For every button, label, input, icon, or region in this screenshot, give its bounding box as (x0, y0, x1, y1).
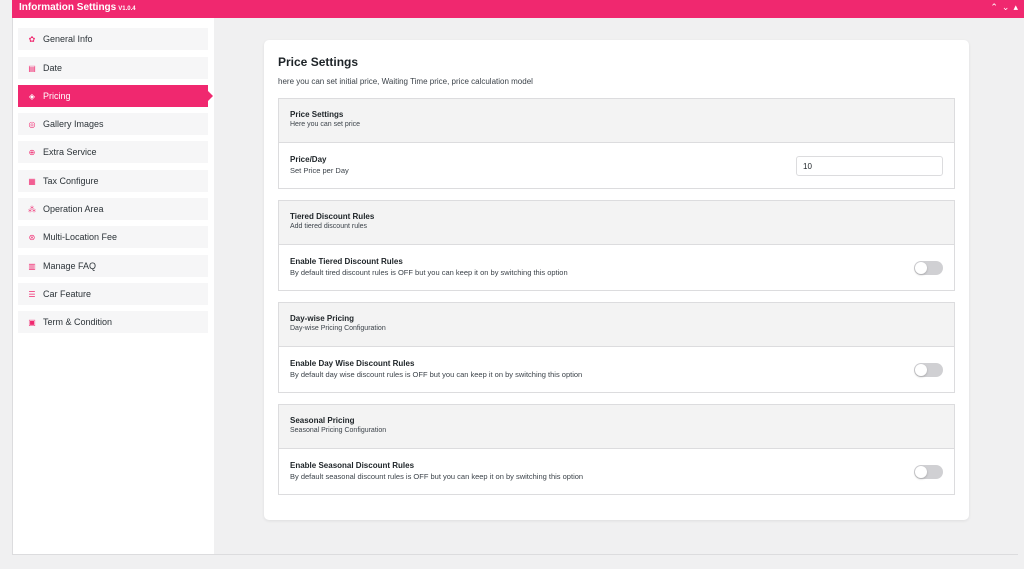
sidebar-item-operation-area[interactable]: ⁂ Operation Area (18, 198, 208, 220)
money-icon: ◈ (28, 91, 36, 101)
section-title: Price Settings (290, 110, 344, 119)
sidebar-item-label: Pricing (43, 91, 71, 101)
card-description: here you can set initial price, Waiting … (278, 77, 533, 86)
setting-label: Enable Seasonal Discount Rules (290, 461, 415, 470)
section-title: Seasonal Pricing (290, 416, 355, 425)
section-subtitle: Here you can set price (290, 121, 361, 128)
collapse-up-icon[interactable]: ⌃ (990, 2, 998, 13)
sidebar-item-label: Manage FAQ (43, 261, 97, 271)
sidebar-item-manage-faq[interactable]: ▥ Manage FAQ (18, 255, 208, 277)
expand-down-icon[interactable]: ⌄ (1002, 2, 1010, 13)
toggle-knob (915, 466, 927, 478)
toggle-panel-icon[interactable]: ▴ (1013, 2, 1018, 13)
setting-row-tiered-discount: Enable Tiered Discount Rules By default … (279, 245, 954, 290)
sidebar-item-gallery-images[interactable]: ◎ Gallery Images (18, 113, 208, 135)
section-subtitle: Seasonal Pricing Configuration (290, 427, 387, 434)
setting-description: By default tired discount rules is OFF b… (290, 268, 568, 277)
header-controls: ⌃ ⌄ ▴ (990, 2, 1018, 13)
header-title-wrap: Information Settings V1.0.4 (19, 2, 136, 13)
section-header: Seasonal Pricing Seasonal Pricing Config… (279, 405, 954, 449)
sidebar-item-label: Operation Area (43, 204, 104, 214)
card-title: Price Settings (278, 55, 359, 69)
sidebar-item-label: General Info (43, 34, 93, 44)
sidebar-item-label: Gallery Images (43, 119, 104, 129)
main-content: Price Settings here you can set initial … (214, 18, 1019, 554)
section-price-settings: Price Settings Here you can set price Pr… (278, 98, 955, 189)
sidebar-item-label: Tax Configure (43, 176, 99, 186)
page-title: Information Settings (19, 2, 117, 13)
header-bar: Information Settings V1.0.4 ⌃ ⌄ ▴ (12, 0, 1024, 18)
price-per-day-input[interactable] (796, 156, 943, 176)
list-icon: ☰ (28, 289, 36, 299)
sidebar-item-label: Date (43, 63, 63, 73)
faq-icon: ▥ (28, 261, 36, 271)
settings-panel: ✿ General Info ▤ Date ◈ Pricing ◎ Gallery Im… (12, 18, 1019, 555)
section-tiered-discount: Tiered Discount Rules Add tiered discoun… (278, 200, 955, 291)
section-subtitle: Add tiered discount rules (290, 223, 368, 230)
sidebar-item-label: Term & Condition (43, 317, 113, 327)
section-subtitle: Day-wise Pricing Configuration (290, 325, 386, 332)
section-title: Day-wise Pricing (290, 314, 355, 323)
setting-description: By default seasonal discount rules is OF… (290, 472, 584, 481)
version-badge: V1.0.4 (118, 6, 136, 12)
sidebar-item-term-condition[interactable]: ▣ Term & Condition (18, 311, 208, 333)
setting-label: Enable Tiered Discount Rules (290, 257, 403, 266)
sidebar-item-general-info[interactable]: ✿ General Info (18, 28, 208, 50)
setting-row-seasonal-discount: Enable Seasonal Discount Rules By defaul… (279, 449, 954, 494)
section-header: Day-wise Pricing Day-wise Pricing Config… (279, 303, 954, 347)
calendar-icon: ▤ (28, 63, 36, 73)
toggle-knob (915, 364, 927, 376)
setting-row-day-wise-discount: Enable Day Wise Discount Rules By defaul… (279, 347, 954, 392)
toggle-knob (915, 262, 927, 274)
gift-icon: ⊕ (28, 147, 36, 157)
location-icon: ⊛ (28, 232, 36, 242)
tiered-discount-toggle[interactable] (914, 261, 943, 275)
sidebar-item-label: Car Feature (43, 289, 92, 299)
tax-icon: ▦ (28, 176, 36, 186)
sidebar-item-car-feature[interactable]: ☰ Car Feature (18, 283, 208, 305)
sidebar-item-date[interactable]: ▤ Date (18, 57, 208, 79)
seasonal-discount-toggle[interactable] (914, 465, 943, 479)
sidebar-item-multi-location-fee[interactable]: ⊛ Multi-Location Fee (18, 226, 208, 248)
sidebar: ✿ General Info ▤ Date ◈ Pricing ◎ Gallery Im… (13, 18, 214, 554)
gear-icon: ✿ (28, 34, 36, 44)
sidebar-item-extra-service[interactable]: ⊕ Extra Service (18, 141, 208, 163)
images-icon: ◎ (28, 119, 36, 129)
section-header: Tiered Discount Rules Add tiered discoun… (279, 201, 954, 245)
document-icon: ▣ (28, 317, 36, 327)
sidebar-item-tax-configure[interactable]: ▦ Tax Configure (18, 170, 208, 192)
setting-description: By default day wise discount rules is OF… (290, 370, 583, 379)
price-settings-card: Price Settings here you can set initial … (264, 40, 969, 520)
sidebar-item-label: Extra Service (43, 147, 97, 157)
sidebar-item-pricing[interactable]: ◈ Pricing (18, 85, 213, 107)
section-seasonal-pricing: Seasonal Pricing Seasonal Pricing Config… (278, 404, 955, 495)
sidebar-item-label: Multi-Location Fee (43, 232, 118, 242)
route-icon: ⁂ (28, 204, 36, 214)
day-wise-discount-toggle[interactable] (914, 363, 943, 377)
section-header: Price Settings Here you can set price (279, 99, 954, 143)
setting-label: Enable Day Wise Discount Rules (290, 359, 415, 368)
section-title: Tiered Discount Rules (290, 212, 375, 221)
section-day-wise-pricing: Day-wise Pricing Day-wise Pricing Config… (278, 302, 955, 393)
setting-row-price-day: Price/Day Set Price per Day (279, 143, 954, 188)
